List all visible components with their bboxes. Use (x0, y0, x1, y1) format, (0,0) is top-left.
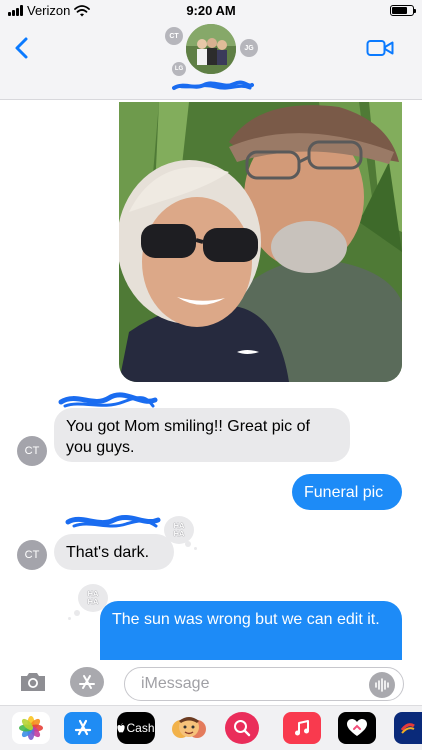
group-avatar[interactable] (186, 24, 236, 74)
heart-icon (347, 719, 367, 736)
redacted-sender-scribble (65, 514, 161, 528)
app-store-app-button[interactable] (64, 712, 102, 744)
apple-cash-label: Cash (126, 721, 155, 735)
apple-cash-button[interactable]: Cash (117, 712, 155, 744)
haha-reaction-badge[interactable]: HA HA (164, 516, 194, 544)
memoji-icon (172, 717, 206, 738)
globe-search-icon (234, 720, 251, 737)
battery-icon (390, 5, 416, 16)
sender-avatar-ct[interactable]: CT (17, 540, 47, 570)
video-call-icon[interactable] (366, 38, 394, 58)
music-note-icon (295, 720, 309, 736)
message-bubble-incoming[interactable]: That's dark. (54, 534, 174, 570)
app-icon (400, 723, 415, 734)
message-bubble-outgoing[interactable]: The sun was wrong but we can edit it. (100, 601, 402, 661)
photos-app-button[interactable] (12, 712, 50, 744)
memoji-button[interactable] (170, 712, 208, 744)
photo-message[interactable] (119, 102, 402, 382)
flower-icon (19, 716, 43, 740)
compose-bar (0, 660, 422, 705)
back-chevron-icon[interactable] (12, 36, 32, 60)
imessage-input[interactable] (124, 667, 404, 701)
group-photo-icon (186, 24, 236, 74)
reaction-tail (185, 541, 191, 547)
participant-avatar-ct[interactable]: CT (165, 27, 183, 45)
app-store-button[interactable] (70, 667, 104, 697)
message-bubble-outgoing[interactable]: Funeral pic (292, 474, 402, 510)
status-bar: Verizon 9:20 AM (0, 0, 422, 22)
digital-touch-button[interactable] (338, 712, 376, 744)
reaction-tail (194, 547, 197, 550)
partial-app-button[interactable] (394, 712, 422, 744)
image-search-button[interactable] (225, 712, 259, 744)
sender-avatar-ct[interactable]: CT (17, 436, 47, 466)
app-store-icon (74, 719, 92, 736)
clock: 9:20 AM (186, 3, 236, 18)
redacted-name-scribble (172, 80, 254, 90)
participant-avatar-lg[interactable]: LG (172, 62, 186, 76)
app-store-icon (79, 675, 95, 689)
battery-fill (392, 7, 407, 14)
music-button[interactable] (283, 712, 321, 744)
conversation-header: CT JG LG Verizon 9:20 AM (0, 0, 422, 100)
participant-avatar-jg[interactable]: JG (240, 39, 258, 57)
imessage-app-drawer: Cash (0, 705, 422, 750)
reaction-tail (68, 617, 71, 620)
message-bubble-incoming[interactable]: You got Mom smiling!! Great pic of you g… (54, 408, 350, 462)
apple-icon (117, 723, 126, 733)
reaction-tail (74, 610, 80, 616)
camera-icon[interactable] (18, 670, 48, 694)
waveform-icon (375, 678, 389, 692)
audio-message-button[interactable] (369, 672, 395, 698)
selfie-photo-image (119, 102, 402, 382)
